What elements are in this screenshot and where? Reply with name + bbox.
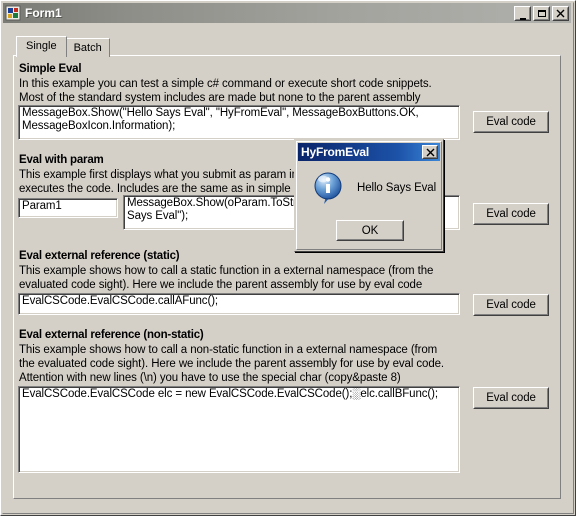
form-designer-icon <box>5 5 21 21</box>
section-3-title: Eval external reference (static) <box>19 250 180 262</box>
section-4-description: This example shows how to call a non-sta… <box>19 343 444 385</box>
section-4-code-line-1: EvalCSCode.EvalCSCode elc = new EvalCSCo… <box>22 388 438 400</box>
tab-batch-label: Batch <box>73 42 102 54</box>
close-icon <box>553 7 568 20</box>
section-1-description: In this example you can test a simple c#… <box>19 77 432 105</box>
section-1-description-line-2: Most of the standard system includes are… <box>19 92 421 104</box>
section-1-code-line-1: MessageBox.Show("Hello Says Eval", "HyFr… <box>22 107 419 119</box>
tab-strip: Single Batch <box>16 36 110 57</box>
section-3-description-line-1: This example shows how to call a static … <box>19 265 434 277</box>
section-4-description-line-2: the evaluated code sight). Here we inclu… <box>19 358 445 370</box>
dialog-message-text: Hello Says Eval <box>357 182 437 194</box>
message-dialog: HyFromEval Hello Says Eval OK <box>294 139 444 252</box>
section-4-eval-button[interactable]: Eval code <box>473 387 549 409</box>
window-title: Form1 <box>25 6 62 20</box>
dialog-ok-button[interactable]: OK <box>336 220 404 241</box>
tab-single[interactable]: Single <box>16 36 67 57</box>
section-1-eval-button-label: Eval code <box>486 116 536 128</box>
section-2-title: Eval with param <box>19 154 104 166</box>
section-2-param-input[interactable]: Param1 <box>18 198 118 218</box>
section-1-title: Simple Eval <box>19 63 82 75</box>
section-1-code-input[interactable]: MessageBox.Show("Hello Says Eval", "HyFr… <box>18 105 460 140</box>
dialog-ok-label: OK <box>361 224 379 237</box>
section-3-description: This example shows how to call a static … <box>19 264 433 292</box>
section-4-description-line-3: Attention with new lines (\n) you have t… <box>19 372 401 384</box>
section-3-code-input[interactable]: EvalCSCode.EvalCSCode.callAFunc(); <box>18 293 460 315</box>
section-3-description-line-2: evaluated code sight). Here we include t… <box>19 279 423 291</box>
section-1-description-line-1: In this example you can test a simple c#… <box>19 78 432 90</box>
section-4-title: Eval external reference (non-static) <box>19 329 204 341</box>
section-2-eval-button[interactable]: Eval code <box>473 203 549 225</box>
tab-single-label: Single <box>26 40 57 52</box>
dialog-titlebar[interactable]: HyFromEval <box>298 143 440 161</box>
section-1-code-line-2: MessageBoxIcon.Information); <box>22 120 176 132</box>
close-icon <box>423 146 437 158</box>
information-icon <box>313 172 345 206</box>
section-2-eval-button-label: Eval code <box>486 208 536 220</box>
maximize-icon <box>534 7 549 20</box>
dialog-title: HyFromEval <box>301 145 370 159</box>
tab-batch[interactable]: Batch <box>65 38 110 57</box>
section-4-code-input[interactable]: EvalCSCode.EvalCSCode elc = new EvalCSCo… <box>18 386 460 473</box>
section-3-eval-button-label: Eval code <box>486 299 536 311</box>
minimize-icon <box>515 7 530 22</box>
form-client-area: Single Batch Simple Eval In this example… <box>3 23 571 513</box>
section-3-eval-button[interactable]: Eval code <box>473 294 549 316</box>
section-2-param-value: Param1 <box>22 200 62 212</box>
maximize-button[interactable] <box>533 5 550 21</box>
section-4-eval-button-label: Eval code <box>486 392 536 404</box>
section-3-code-line-1: EvalCSCode.EvalCSCode.callAFunc(); <box>22 295 219 307</box>
minimize-button[interactable] <box>514 5 531 22</box>
window-titlebar[interactable]: Form1 <box>3 3 571 23</box>
section-4-description-line-1: This example shows how to call a non-sta… <box>19 344 438 356</box>
close-button[interactable] <box>552 5 569 21</box>
dialog-close-button[interactable] <box>422 145 438 159</box>
form-window: Form1 Single Batch Simple Eval In this e… <box>0 0 576 516</box>
section-1-eval-button[interactable]: Eval code <box>473 111 549 133</box>
